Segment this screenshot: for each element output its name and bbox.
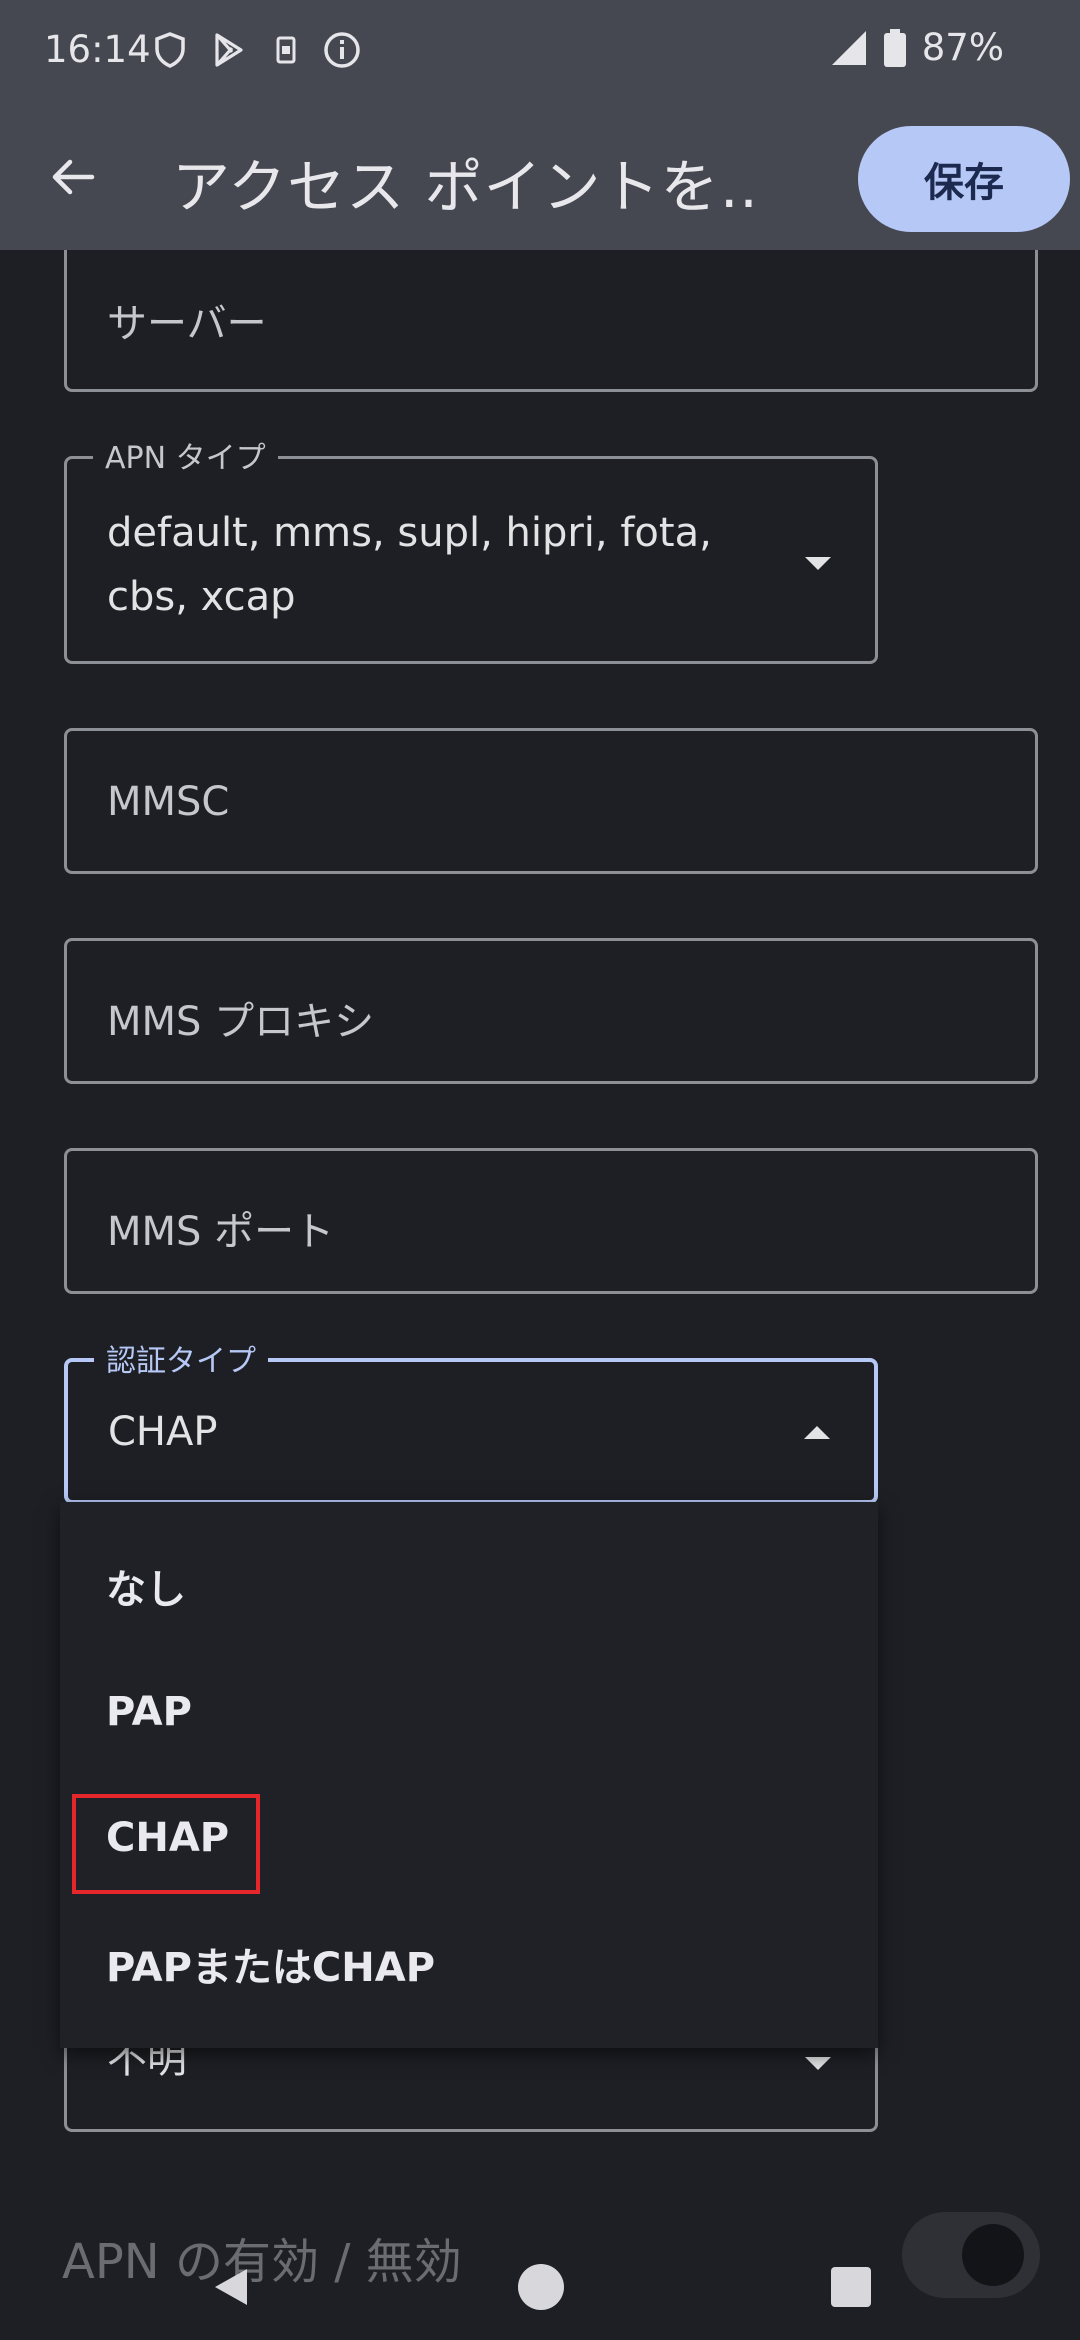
menu-item-pap[interactable]: PAP [60, 1652, 878, 1772]
auth-type-label: 認証タイプ [94, 1336, 268, 1380]
mms-port-field[interactable]: MMS ポート [64, 1148, 1038, 1294]
save-button[interactable]: 保存 [858, 126, 1070, 232]
auth-type-dropdown[interactable]: 認証タイプ CHAP [64, 1336, 878, 1504]
nav-home-icon [518, 2264, 564, 2310]
mmsc-placeholder: MMSC [107, 779, 230, 825]
info-icon [324, 32, 360, 68]
chevron-down-icon [805, 2057, 831, 2070]
mms-port-placeholder: MMS ポート [107, 1209, 335, 1255]
auth-type-menu: なし PAP CHAP PAPまたはCHAP [60, 1502, 878, 2048]
arrow-back-icon [52, 159, 95, 195]
mmsc-field[interactable]: MMSC [64, 728, 1038, 874]
status-right-group: 87% [830, 26, 1004, 69]
sim-card-icon [276, 36, 296, 64]
apn-edit-screen: 16:14 87% アクセス ポイントを… 保存 サーバー APN タイプ de… [0, 0, 1080, 2340]
mms-proxy-placeholder: MMS プロキシ [107, 999, 375, 1045]
auth-type-value: CHAP [108, 1409, 218, 1455]
status-bar: 16:14 87% [0, 0, 1080, 104]
menu-item-none[interactable]: なし [60, 1526, 878, 1646]
top-bar: 16:14 87% アクセス ポイントを… 保存 [0, 0, 1080, 250]
apn-type-value-line2: cbs, xcap [107, 574, 296, 620]
apn-type-value-line1: default, mms, supl, hipri, fota, [107, 510, 712, 556]
apn-type-label: APN タイプ [93, 433, 278, 477]
nav-back-icon [215, 2269, 247, 2305]
shield-icon [155, 32, 185, 68]
play-store-icon [215, 33, 243, 67]
menu-item-pap-or-chap[interactable]: PAPまたはCHAP [60, 1904, 878, 2024]
chevron-down-icon [805, 557, 831, 570]
page-title: アクセス ポイントを… [172, 153, 752, 221]
nav-recents-icon [831, 2267, 871, 2307]
signal-icon [831, 30, 866, 65]
battery-icon [883, 28, 906, 67]
mms-proxy-field[interactable]: MMS プロキシ [64, 938, 1038, 1084]
highlight-box [72, 1794, 260, 1894]
nav-back-button[interactable] [196, 2252, 266, 2322]
navigation-bar [0, 2222, 1080, 2340]
status-time: 16:14 [44, 28, 151, 71]
chevron-up-icon [804, 1426, 830, 1439]
server-placeholder: サーバー [107, 301, 267, 347]
nav-home-button[interactable] [506, 2252, 576, 2322]
nav-recents-button[interactable] [816, 2252, 886, 2322]
app-bar: アクセス ポイントを… 保存 [0, 104, 1080, 250]
back-button[interactable] [30, 134, 116, 220]
apn-type-dropdown[interactable]: APN タイプ default, mms, supl, hipri, fota,… [64, 433, 878, 664]
battery-percentage: 87% [921, 26, 1004, 69]
